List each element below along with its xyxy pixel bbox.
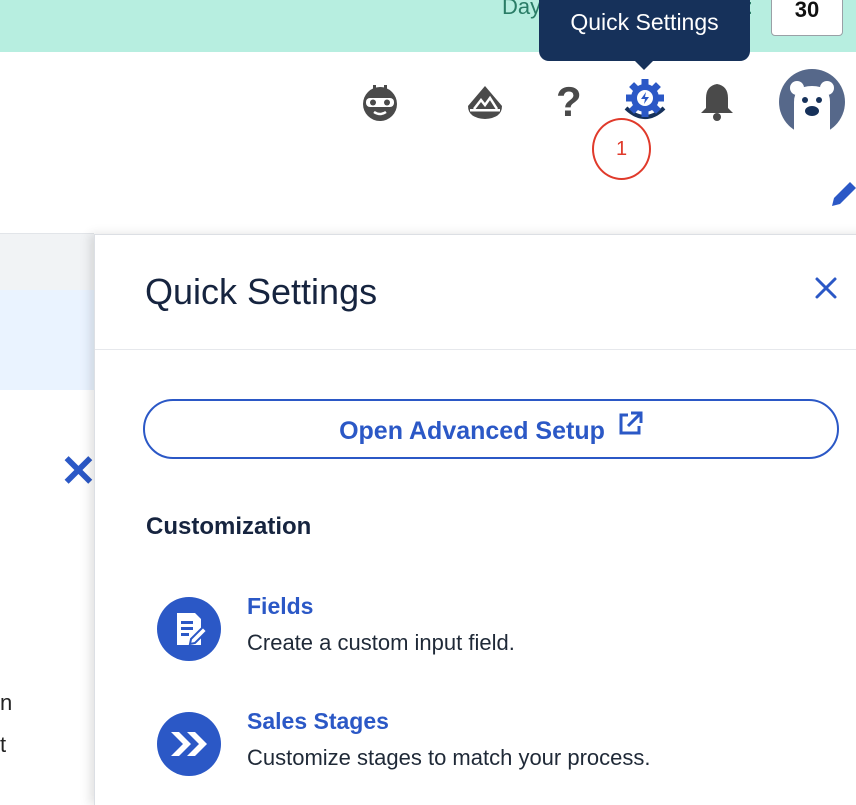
chevrons-right-icon	[157, 712, 221, 776]
background-highlighted-row	[0, 290, 94, 390]
sales-stages-link[interactable]: Sales Stages	[247, 708, 389, 735]
quick-settings-panel: Quick Settings Open Advanced Setup Custo…	[94, 234, 856, 805]
mountains-icon[interactable]	[464, 82, 506, 127]
bell-icon[interactable]	[696, 80, 738, 127]
days-remaining-box: 30	[771, 0, 843, 36]
external-link-icon	[617, 399, 643, 459]
fields-description: Create a custom input field.	[247, 630, 515, 655]
bear-avatar[interactable]	[778, 68, 846, 141]
list-item[interactable]: Fields Create a custom input field.	[157, 593, 837, 667]
open-advanced-setup-button[interactable]: Open Advanced Setup	[143, 399, 839, 459]
edit-pencil-icon[interactable]	[828, 180, 856, 215]
open-advanced-setup-label: Open Advanced Setup	[339, 417, 605, 445]
banner-text: Day	[502, 0, 542, 19]
panel-divider	[95, 349, 856, 350]
quick-settings-tooltip: Quick Settings	[539, 0, 750, 61]
close-icon[interactable]	[811, 273, 841, 303]
background-close-icon[interactable]: ✕	[60, 446, 97, 497]
list-item[interactable]: Sales Stages Customize stages to match y…	[157, 708, 837, 782]
fields-link[interactable]: Fields	[247, 593, 313, 620]
section-heading-customization: Customization	[146, 513, 312, 540]
annotation-1: 1	[592, 118, 651, 180]
background-text-fragment: n	[0, 690, 13, 715]
sales-stages-description: Customize stages to match your process.	[247, 745, 651, 770]
panel-title: Quick Settings	[145, 271, 378, 312]
help-icon[interactable]: ?	[556, 78, 582, 126]
bot-icon[interactable]	[359, 82, 401, 127]
background-text-fragment: t	[0, 732, 7, 757]
tooltip-arrow	[634, 60, 654, 70]
document-edit-icon	[157, 597, 221, 661]
background-table-header	[0, 233, 94, 291]
